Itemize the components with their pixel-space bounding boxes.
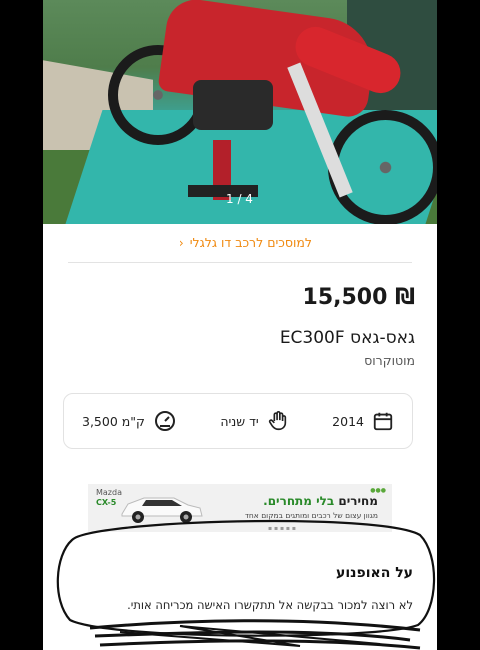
listing-price: ₪ 15,500 xyxy=(302,285,415,310)
photo-front-wheel xyxy=(328,110,437,224)
ad-partner-logos: ▪ ▪ ▪ ▪ ▪ xyxy=(268,525,296,532)
listing-category: מוטוקרוס xyxy=(364,353,415,368)
spec-hand: יד שניה xyxy=(220,410,288,432)
ad-logo: ●●● xyxy=(370,487,386,494)
ad-headline-highlight: בלי מתחרים. xyxy=(263,494,335,508)
chevron-left-icon: ‹ xyxy=(178,235,184,250)
about-section-text: לא רוצה למכור בבקשה אל תתקשרו האישה מכרי… xyxy=(127,598,413,612)
speedometer-icon xyxy=(153,409,177,433)
listing-title: גאס-גאס EC300F xyxy=(279,328,415,348)
ad-headline-regular: מחירים xyxy=(334,494,378,508)
ad-model: CX-5 xyxy=(96,498,117,507)
listing-photo-gallery[interactable]: 1 / 4 xyxy=(43,0,437,224)
advertisement-banner[interactable]: Mazda CX-5 ●●● מחירים בלי מתחרים. מגוון … xyxy=(88,484,392,532)
listing-page: 1 / 4 למוסכים לרכב דו גלגלי ‹ ₪ 15,500 ג… xyxy=(43,0,437,650)
spec-mileage: 3,500 ק"מ xyxy=(82,409,177,433)
divider xyxy=(68,262,412,263)
ad-headline: מחירים בלי מתחרים. xyxy=(263,494,378,508)
hand-icon xyxy=(267,410,289,432)
breadcrumb-label: למוסכים לרכב דו גלגלי xyxy=(189,235,312,250)
spec-year: 2014 xyxy=(332,410,394,432)
calendar-icon xyxy=(372,410,394,432)
specs-card: 2014 יד שניה 3,500 ק"מ xyxy=(63,393,413,449)
photo-bike-engine xyxy=(193,80,273,130)
about-section-title: על האופנוע xyxy=(336,565,413,581)
spec-hand-value: יד שניה xyxy=(220,413,259,429)
breadcrumb-back-link[interactable]: למוסכים לרכב דו גלגלי ‹ xyxy=(179,235,312,250)
spec-year-value: 2014 xyxy=(332,413,364,429)
ad-tagline: מגוון עצום של רכבים ומותגים במקום אחד xyxy=(244,511,378,520)
car-image xyxy=(121,497,203,523)
gallery-counter: 1 / 4 xyxy=(226,192,253,206)
spec-mileage-value: 3,500 ק"מ xyxy=(82,413,145,429)
